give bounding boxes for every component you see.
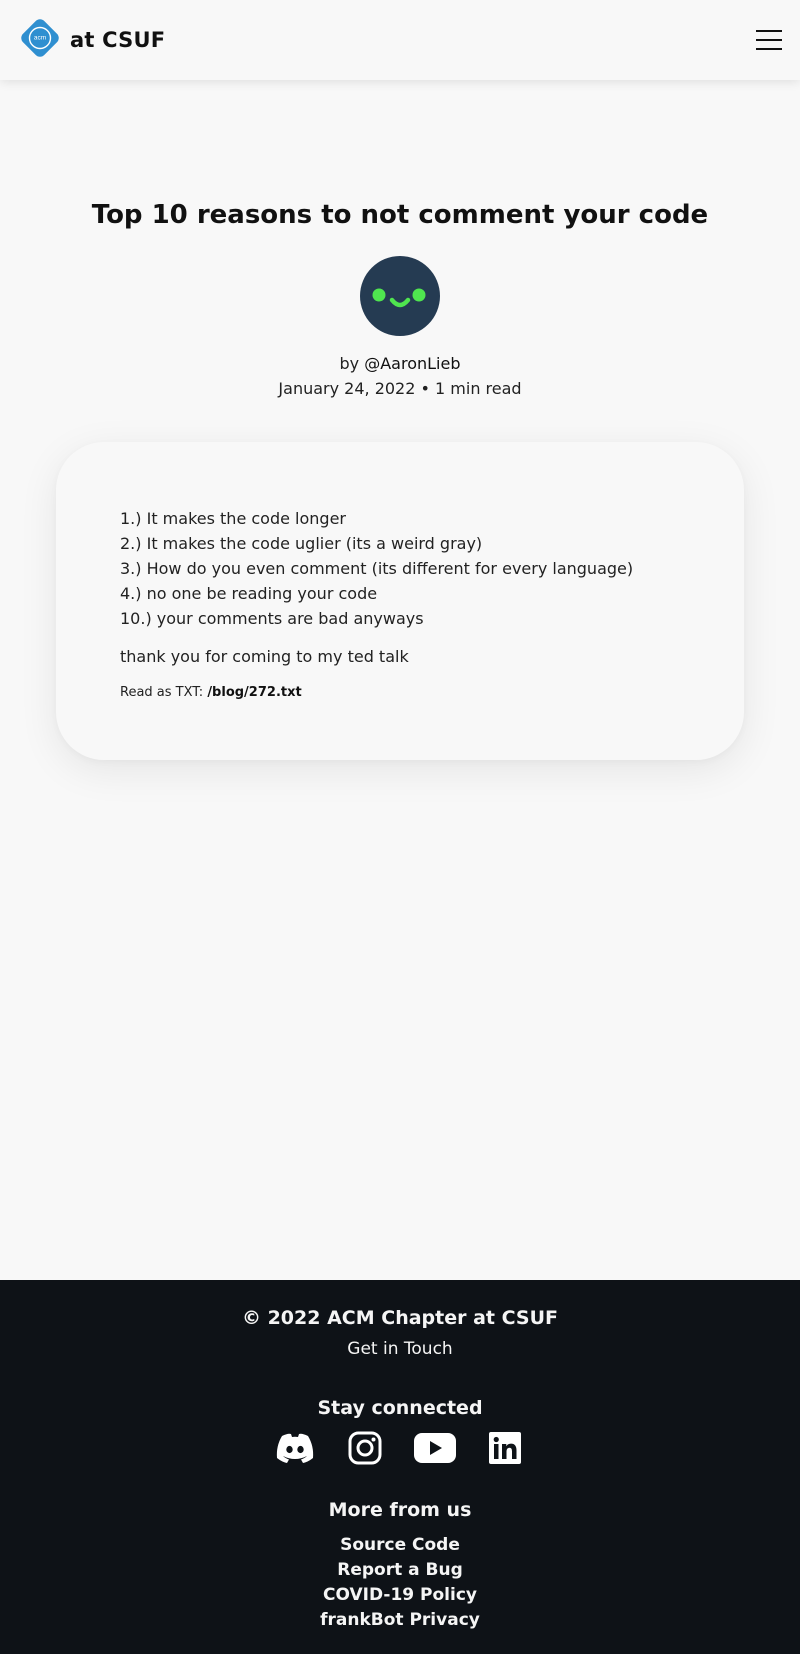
- brand-title: at CSUF: [70, 28, 166, 52]
- txt-link[interactable]: /blog/272.txt: [207, 685, 301, 700]
- social-links: [0, 1430, 800, 1466]
- home-link[interactable]: acm at CSUF: [18, 16, 165, 64]
- covid-policy-link[interactable]: COVID-19 Policy: [0, 1583, 800, 1608]
- site-header: acm at CSUF: [0, 0, 800, 80]
- more-from-us-heading: More from us: [328, 1499, 472, 1521]
- svg-text:acm: acm: [34, 35, 46, 42]
- hamburger-menu-icon[interactable]: [754, 28, 784, 52]
- discord-icon[interactable]: [273, 1430, 317, 1466]
- post-title: Top 10 reasons to not comment your code: [91, 200, 709, 230]
- footer-links: Source Code Report a Bug COVID-19 Policy…: [0, 1533, 800, 1633]
- read-as-txt-label: Read as TXT:: [120, 685, 208, 700]
- linkedin-icon[interactable]: [483, 1430, 527, 1466]
- report-bug-link[interactable]: Report a Bug: [0, 1558, 800, 1583]
- frankbot-privacy-link[interactable]: frankBot Privacy: [0, 1608, 800, 1633]
- list-item: 3.) How do you even comment (its differe…: [120, 559, 634, 578]
- list-item: 1.) It makes the code longer: [120, 509, 346, 528]
- list-item: 2.) It makes the code uglier (its a weir…: [120, 534, 483, 553]
- author-link[interactable]: @AaronLieb: [364, 354, 460, 373]
- get-in-touch-link[interactable]: Get in Touch: [0, 1339, 800, 1359]
- acm-logo-icon: acm: [18, 16, 62, 64]
- stay-connected-heading: Stay connected: [317, 1397, 483, 1419]
- author-prefix: by: [339, 354, 365, 373]
- reasons-list: 1.) It makes the code longer 2.) It make…: [120, 506, 680, 631]
- site-footer: © 2022 ACM Chapter at CSUF Get in Touch …: [0, 1280, 800, 1654]
- list-item: 10.) your comments are bad anyways: [120, 609, 424, 628]
- instagram-icon[interactable]: [343, 1430, 387, 1466]
- author-avatar: [360, 256, 440, 336]
- post-meta: January 24, 2022 • 1 min read: [278, 379, 522, 398]
- source-code-link[interactable]: Source Code: [0, 1533, 800, 1558]
- post-body-card: 1.) It makes the code longer 2.) It make…: [56, 442, 744, 760]
- author-line: by @AaronLieb: [0, 354, 800, 373]
- youtube-icon[interactable]: [413, 1430, 457, 1466]
- copyright: © 2022 ACM Chapter at CSUF: [241, 1307, 559, 1329]
- read-as-txt: Read as TXT: /blog/272.txt: [120, 685, 680, 700]
- closing-text: thank you for coming to my ted talk: [120, 647, 409, 666]
- list-item: 4.) no one be reading your code: [120, 584, 378, 603]
- post-main: Top 10 reasons to not comment your code …: [0, 80, 800, 1280]
